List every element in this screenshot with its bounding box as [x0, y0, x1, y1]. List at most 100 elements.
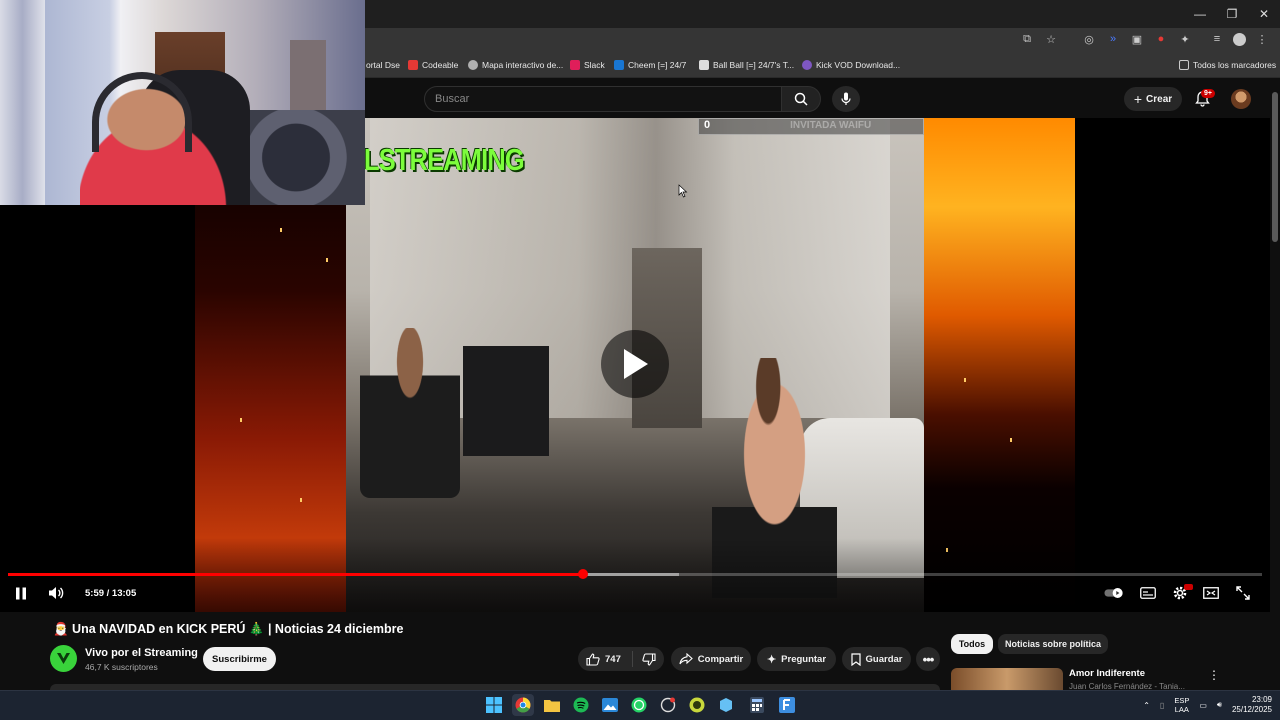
share-icon	[679, 653, 693, 665]
progress-scrubber[interactable]	[577, 569, 588, 579]
subtitles-button[interactable]	[1138, 584, 1158, 602]
language-layout: LAA	[1174, 705, 1189, 714]
chip-politics-news[interactable]: Noticias sobre política	[998, 634, 1108, 654]
channel-subscriber-count: 46,7 K suscriptores	[85, 662, 158, 672]
dislike-button[interactable]	[634, 652, 664, 666]
more-horizontal-icon: •••	[922, 651, 935, 667]
slack-icon	[570, 60, 580, 70]
notification-badge: 9+	[1201, 89, 1215, 98]
stream-overlay-bar: 0 INVITADA WAIFU	[698, 118, 924, 135]
chevron-up-icon[interactable]: ⌃	[1143, 701, 1150, 710]
extension-icon[interactable]: ◎	[1081, 31, 1097, 47]
subscribe-button[interactable]: Suscribirme	[203, 647, 276, 671]
close-button[interactable]: ✕	[1248, 0, 1280, 28]
recommended-title[interactable]: Amor Indiferente	[1069, 668, 1145, 679]
app-icon[interactable]	[657, 694, 679, 716]
play-overlay-button[interactable]	[601, 330, 669, 398]
microphone-icon[interactable]: ▯	[1160, 701, 1164, 710]
language-code: ESP	[1174, 696, 1190, 705]
overlay-faded-text: INVITADA WAIFU	[790, 120, 872, 131]
bookmark-label: Mapa interactivo de...	[482, 60, 564, 70]
all-bookmarks-folder[interactable]: Todos los marcadores	[1179, 60, 1276, 70]
extension-icon[interactable]: ●	[1153, 31, 1169, 47]
bookmark-item[interactable]: Codeable	[408, 60, 458, 70]
recommended-thumbnail[interactable]	[951, 668, 1063, 690]
recommended-menu-icon[interactable]: ⋮	[1208, 668, 1220, 686]
file-explorer-icon[interactable]	[541, 694, 563, 716]
pause-button[interactable]	[12, 584, 30, 602]
all-bookmarks-label: Todos los marcadores	[1193, 60, 1277, 70]
bookmark-label: Kick VOD Download...	[816, 60, 901, 70]
bookmark-item[interactable]: Slack	[570, 60, 605, 70]
toolbar-icons: ⧉ ☆ ◎ » ▣ ● ✦ ≡ ⋮	[1019, 31, 1270, 47]
minimize-button[interactable]: —	[1184, 0, 1216, 28]
pause-icon	[16, 587, 26, 599]
more-actions-button[interactable]: •••	[916, 647, 940, 671]
bookmark-item[interactable]: Mapa interactivo de...	[468, 60, 563, 70]
bookmark-item[interactable]: Ball Ball [=] 24/7's T...	[699, 60, 794, 70]
search-icon	[794, 92, 808, 106]
install-app-icon[interactable]: ⧉	[1019, 31, 1035, 47]
search-box	[424, 86, 782, 112]
puzzle-icon[interactable]: ✦	[1177, 31, 1193, 47]
search-button[interactable]	[781, 86, 821, 112]
media-control-icon[interactable]: ≡	[1209, 31, 1225, 47]
extension-icon[interactable]: ▣	[1129, 31, 1145, 47]
bookmark-star-icon[interactable]: ☆	[1043, 31, 1059, 47]
account-avatar[interactable]	[1231, 89, 1251, 109]
calculator-icon[interactable]	[746, 694, 768, 716]
fullscreen-button[interactable]	[1233, 584, 1253, 602]
bookmark-item[interactable]: Cheem [=] 24/7	[614, 60, 686, 70]
youtube-icon	[408, 60, 418, 70]
volume-button[interactable]	[46, 584, 66, 602]
thumbs-down-icon	[642, 652, 656, 666]
chrome-icon[interactable]	[512, 694, 534, 716]
search-input[interactable]	[435, 87, 765, 111]
chip-all[interactable]: Todos	[951, 634, 993, 654]
clock-time: 23:09	[1251, 695, 1272, 704]
extension-icon[interactable]: »	[1105, 31, 1121, 47]
spark	[240, 418, 242, 422]
scrollbar-thumb[interactable]	[1272, 92, 1278, 242]
whatsapp-icon[interactable]	[628, 694, 650, 716]
bookmark-label: ortal Dse	[366, 60, 401, 70]
more-menu-icon[interactable]: ⋮	[1254, 31, 1270, 47]
theater-mode-button[interactable]	[1201, 584, 1221, 602]
spark	[964, 378, 966, 382]
webcam-clothes	[250, 110, 365, 205]
system-tray: ⌃ ▯ ESP LAA ▭ 🔊︎ 23:09 25/12/2025	[1143, 692, 1272, 718]
steam-icon[interactable]	[715, 694, 737, 716]
profile-icon[interactable]	[1233, 32, 1246, 46]
video-scene-person	[360, 328, 460, 498]
voice-search-button[interactable]	[832, 86, 860, 112]
app-f-icon[interactable]	[776, 694, 798, 716]
time-display: 5:59 / 13:05	[85, 588, 137, 599]
network-icon[interactable]: ▭	[1199, 701, 1207, 710]
save-button[interactable]: Guardar	[842, 647, 911, 671]
bookmark-item[interactable]: Kick VOD Download...	[802, 60, 900, 70]
channel-name[interactable]: Vivo por el Streaming	[85, 647, 198, 659]
folder-icon	[1179, 60, 1189, 70]
photos-icon[interactable]	[599, 694, 621, 716]
autoplay-toggle[interactable]	[1104, 584, 1124, 602]
channel-logo-icon	[57, 653, 70, 664]
volume-icon[interactable]: 🔊︎	[1217, 700, 1222, 710]
channel-avatar[interactable]	[50, 645, 77, 672]
ask-button[interactable]: ✦ Preguntar	[757, 647, 836, 671]
spark	[326, 258, 328, 262]
game-app-icon[interactable]	[686, 694, 708, 716]
save-label: Guardar	[865, 653, 903, 665]
bookmark-label: Cheem [=] 24/7	[628, 60, 687, 70]
clock[interactable]: 23:09 25/12/2025	[1232, 695, 1272, 715]
microphone-icon	[841, 92, 851, 105]
share-button[interactable]: Compartir	[671, 647, 751, 671]
bookmark-item[interactable]: ortal Dse	[366, 60, 400, 70]
spotify-icon[interactable]	[570, 694, 592, 716]
like-button[interactable]: 747	[578, 652, 629, 666]
windows-start-icon[interactable]	[483, 694, 505, 716]
maximize-button[interactable]: ❐	[1216, 0, 1248, 28]
create-button[interactable]: + Crear	[1124, 87, 1182, 111]
language-indicator[interactable]: ESP LAA	[1174, 696, 1189, 714]
settings-button[interactable]	[1170, 584, 1193, 602]
bookmark-label: Ball Ball [=] 24/7's T...	[713, 60, 795, 70]
